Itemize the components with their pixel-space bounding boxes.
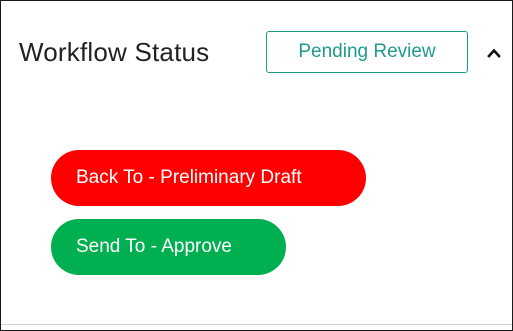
panel-title: Workflow Status	[19, 36, 210, 67]
panel-header: Workflow Status	[19, 29, 209, 75]
chevron-up-icon	[487, 48, 501, 58]
collapse-toggle-button[interactable]	[482, 41, 506, 65]
workflow-status-panel: Workflow Status Pending Review Back To -…	[0, 0, 513, 331]
divider	[1, 324, 512, 325]
back-to-preliminary-draft-button[interactable]: Back To - Preliminary Draft	[51, 150, 366, 206]
send-to-approve-button[interactable]: Send To - Approve	[51, 219, 286, 275]
status-badge: Pending Review	[266, 31, 468, 73]
